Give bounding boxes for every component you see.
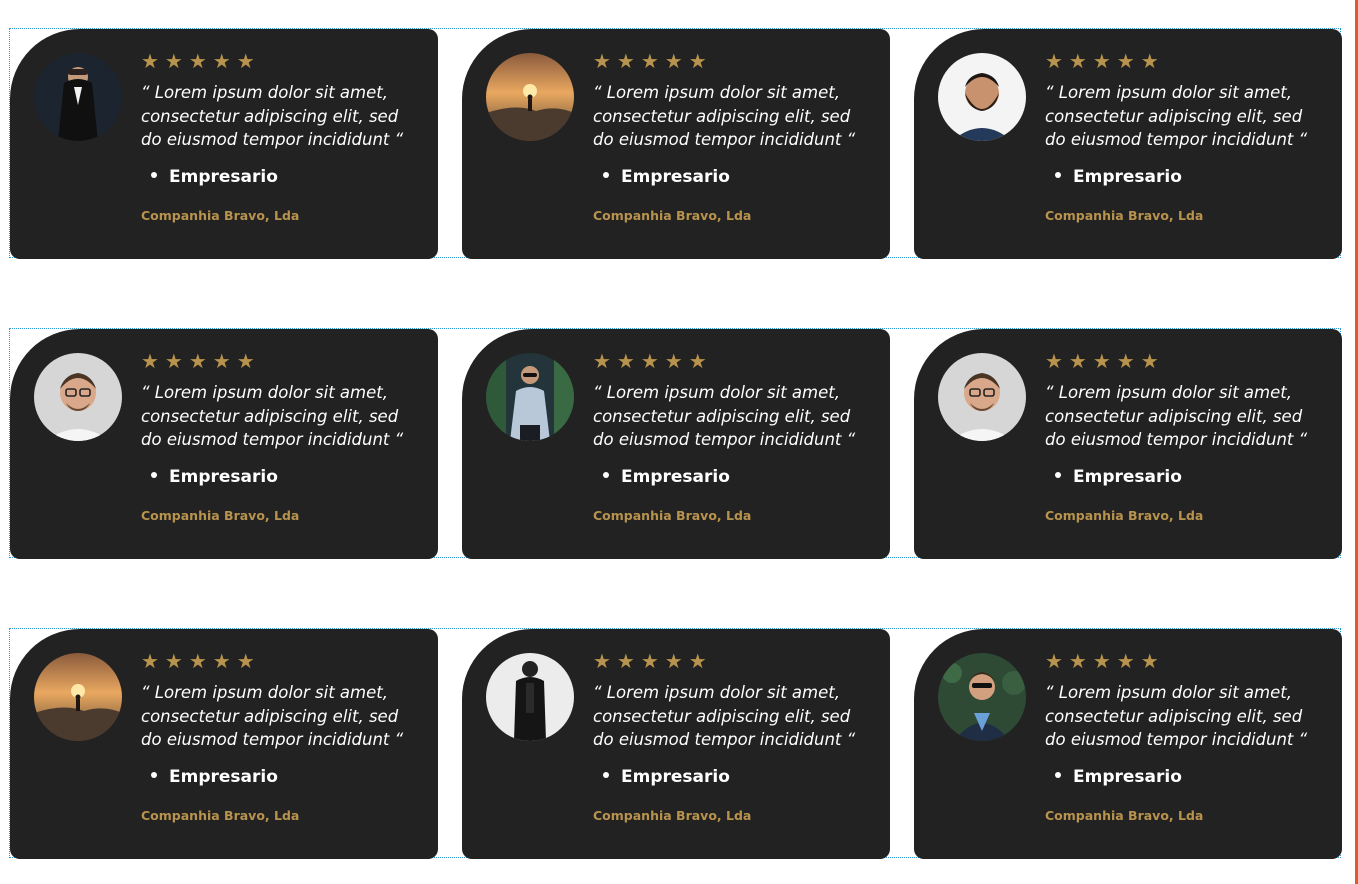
bullet-icon xyxy=(1055,471,1061,478)
testimonial-quote: “ Lorem ipsum dolor sit amet, consectetu… xyxy=(593,383,856,449)
testimonial-role: Empresario xyxy=(1045,766,1322,788)
testimonial-card: ★★★★★ “ Lorem ipsum dolor sit amet, cons… xyxy=(462,629,890,859)
testimonial-card: ★★★★★ “ Lorem ipsum dolor sit amet, cons… xyxy=(914,329,1342,559)
role-label: Empresario xyxy=(1073,166,1182,187)
man-with-sunglasses-avatar xyxy=(486,353,574,441)
sunset-hiker-avatar xyxy=(486,53,574,141)
role-label: Empresario xyxy=(169,166,278,187)
testimonial-row-2: ★★★★★ “ Lorem ipsum dolor sit amet, cons… xyxy=(9,328,1342,559)
company-name: Companhia Bravo, Lda xyxy=(593,807,752,823)
role-label: Empresario xyxy=(621,766,730,787)
bullet-icon xyxy=(151,171,157,178)
role-label: Empresario xyxy=(169,466,278,487)
role-label: Empresario xyxy=(1073,766,1182,787)
testimonial-quote: “ Lorem ipsum dolor sit amet, consectetu… xyxy=(1045,683,1308,749)
star-rating: ★★★★★ xyxy=(141,349,261,373)
testimonial-card: ★★★★★ “ Lorem ipsum dolor sit amet, cons… xyxy=(462,329,890,559)
testimonial-role: Empresario xyxy=(1045,166,1322,188)
testimonial-card: ★★★★★ “ Lorem ipsum dolor sit amet, cons… xyxy=(462,29,890,259)
bullet-icon xyxy=(603,771,609,778)
testimonial-quote: “ Lorem ipsum dolor sit amet, consectetu… xyxy=(1045,383,1308,449)
testimonial-row-1: ★★★★★ “ Lorem ipsum dolor sit amet, cons… xyxy=(9,28,1342,259)
role-label: Empresario xyxy=(621,166,730,187)
sunset-hiker-avatar xyxy=(34,653,122,741)
man-in-black-coat-avatar xyxy=(486,653,574,741)
testimonials-page: ★★★★★ “ Lorem ipsum dolor sit amet, cons… xyxy=(0,0,1358,884)
testimonial-quote: “ Lorem ipsum dolor sit amet, consectetu… xyxy=(141,83,404,149)
testimonial-role: Empresario xyxy=(141,466,418,488)
testimonial-row-3: ★★★★★ “ Lorem ipsum dolor sit amet, cons… xyxy=(9,628,1342,859)
bullet-icon xyxy=(1055,771,1061,778)
bullet-icon xyxy=(603,471,609,478)
bullet-icon xyxy=(1055,171,1061,178)
testimonial-role: Empresario xyxy=(593,466,870,488)
testimonial-quote: “ Lorem ipsum dolor sit amet, consectetu… xyxy=(593,83,856,149)
star-rating: ★★★★★ xyxy=(141,49,261,73)
testimonial-card: ★★★★★ “ Lorem ipsum dolor sit amet, cons… xyxy=(10,29,438,259)
bullet-icon xyxy=(603,171,609,178)
role-label: Empresario xyxy=(169,766,278,787)
man-with-glasses-avatar xyxy=(34,353,122,441)
star-rating: ★★★★★ xyxy=(1045,649,1165,673)
man-adjusting-tie-avatar xyxy=(938,653,1026,741)
testimonial-quote: “ Lorem ipsum dolor sit amet, consectetu… xyxy=(593,683,856,749)
company-name: Companhia Bravo, Lda xyxy=(141,807,300,823)
man-with-glasses-avatar xyxy=(938,353,1026,441)
company-name: Companhia Bravo, Lda xyxy=(141,507,300,523)
testimonial-role: Empresario xyxy=(593,766,870,788)
star-rating: ★★★★★ xyxy=(593,649,713,673)
bearded-man-avatar xyxy=(938,53,1026,141)
company-name: Companhia Bravo, Lda xyxy=(593,507,752,523)
role-label: Empresario xyxy=(621,466,730,487)
star-rating: ★★★★★ xyxy=(593,349,713,373)
company-name: Companhia Bravo, Lda xyxy=(1045,807,1204,823)
company-name: Companhia Bravo, Lda xyxy=(141,207,300,223)
star-rating: ★★★★★ xyxy=(593,49,713,73)
star-rating: ★★★★★ xyxy=(1045,349,1165,373)
bullet-icon xyxy=(151,771,157,778)
testimonial-role: Empresario xyxy=(141,766,418,788)
bullet-icon xyxy=(151,471,157,478)
testimonial-role: Empresario xyxy=(141,166,418,188)
testimonial-quote: “ Lorem ipsum dolor sit amet, consectetu… xyxy=(141,383,404,449)
company-name: Companhia Bravo, Lda xyxy=(1045,207,1204,223)
star-rating: ★★★★★ xyxy=(141,649,261,673)
testimonial-role: Empresario xyxy=(593,166,870,188)
testimonial-quote: “ Lorem ipsum dolor sit amet, consectetu… xyxy=(141,683,404,749)
testimonial-card: ★★★★★ “ Lorem ipsum dolor sit amet, cons… xyxy=(10,329,438,559)
man-in-suit-avatar xyxy=(34,53,122,141)
testimonial-role: Empresario xyxy=(1045,466,1322,488)
role-label: Empresario xyxy=(1073,466,1182,487)
testimonial-card: ★★★★★ “ Lorem ipsum dolor sit amet, cons… xyxy=(914,629,1342,859)
company-name: Companhia Bravo, Lda xyxy=(593,207,752,223)
company-name: Companhia Bravo, Lda xyxy=(1045,507,1204,523)
star-rating: ★★★★★ xyxy=(1045,49,1165,73)
testimonial-card: ★★★★★ “ Lorem ipsum dolor sit amet, cons… xyxy=(10,629,438,859)
testimonial-quote: “ Lorem ipsum dolor sit amet, consectetu… xyxy=(1045,83,1308,149)
testimonial-card: ★★★★★ “ Lorem ipsum dolor sit amet, cons… xyxy=(914,29,1342,259)
